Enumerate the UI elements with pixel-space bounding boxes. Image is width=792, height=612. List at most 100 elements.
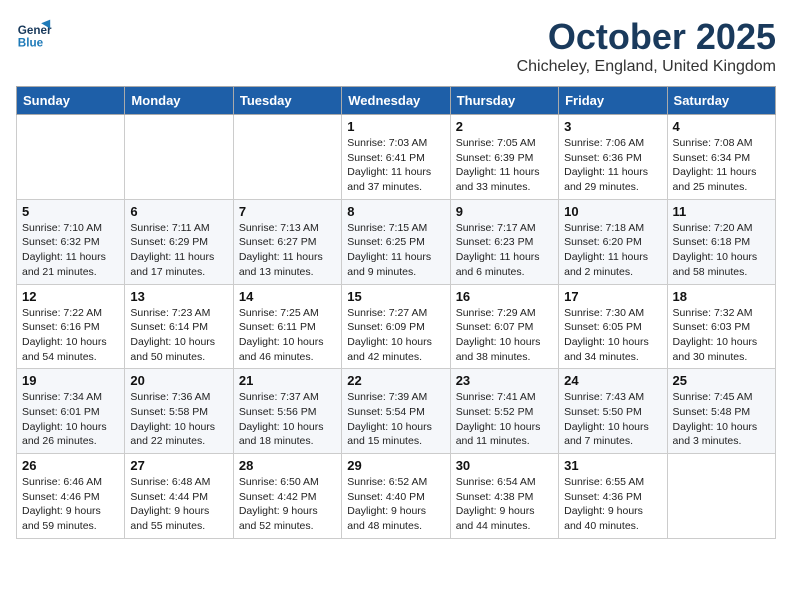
- calendar-cell: 9 Sunrise: 7:17 AM Sunset: 6:23 PM Daylig…: [450, 199, 558, 284]
- day-number: 28: [239, 458, 336, 473]
- calendar-cell: 28 Sunrise: 6:50 AM Sunset: 4:42 PM Dayli…: [233, 454, 341, 539]
- calendar-week-1: 1 Sunrise: 7:03 AM Sunset: 6:41 PM Daylig…: [17, 115, 776, 200]
- day-number: 25: [673, 373, 770, 388]
- calendar-cell: 12 Sunrise: 7:22 AM Sunset: 6:16 PM Dayli…: [17, 284, 125, 369]
- calendar-cell: 25Sunrise: 7:45 AM Sunset: 5:48 PM Dayli…: [667, 369, 775, 454]
- cell-content: Sunrise: 6:54 AM Sunset: 4:38 PM Dayligh…: [456, 475, 553, 534]
- day-number: 5: [22, 204, 119, 219]
- calendar-cell: 24 Sunrise: 7:43 AM Sunset: 5:50 PM Dayli…: [559, 369, 667, 454]
- calendar-cell: 30 Sunrise: 6:54 AM Sunset: 4:38 PM Dayli…: [450, 454, 558, 539]
- cell-content: Sunrise: 7:22 AM Sunset: 6:16 PM Dayligh…: [22, 306, 119, 365]
- weekday-header-saturday: Saturday: [667, 87, 775, 115]
- day-number: 31: [564, 458, 661, 473]
- day-number: 11: [673, 204, 770, 219]
- day-number: 6: [130, 204, 227, 219]
- calendar-cell: 23 Sunrise: 7:41 AM Sunset: 5:52 PM Dayli…: [450, 369, 558, 454]
- calendar-cell: 18 Sunrise: 7:32 AM Sunset: 6:03 PM Dayli…: [667, 284, 775, 369]
- svg-text:Blue: Blue: [18, 37, 44, 50]
- day-number: 2: [456, 119, 553, 134]
- cell-content: Sunrise: 7:30 AM Sunset: 6:05 PM Dayligh…: [564, 306, 661, 365]
- calendar-cell: 6 Sunrise: 7:11 AM Sunset: 6:29 PM Daylig…: [125, 199, 233, 284]
- weekday-header-tuesday: Tuesday: [233, 87, 341, 115]
- day-number: 1: [347, 119, 444, 134]
- cell-content: Sunrise: 6:50 AM Sunset: 4:42 PM Dayligh…: [239, 475, 336, 534]
- calendar-cell: 5Sunrise: 7:10 AM Sunset: 6:32 PM Daylig…: [17, 199, 125, 284]
- day-number: 15: [347, 289, 444, 304]
- calendar-week-2: 5Sunrise: 7:10 AM Sunset: 6:32 PM Daylig…: [17, 199, 776, 284]
- day-number: 27: [130, 458, 227, 473]
- day-number: 21: [239, 373, 336, 388]
- calendar-cell: 17 Sunrise: 7:30 AM Sunset: 6:05 PM Dayli…: [559, 284, 667, 369]
- calendar-cell: 26Sunrise: 6:46 AM Sunset: 4:46 PM Dayli…: [17, 454, 125, 539]
- cell-content: Sunrise: 7:25 AM Sunset: 6:11 PM Dayligh…: [239, 306, 336, 365]
- calendar-week-5: 26Sunrise: 6:46 AM Sunset: 4:46 PM Dayli…: [17, 454, 776, 539]
- day-number: 8: [347, 204, 444, 219]
- day-number: 10: [564, 204, 661, 219]
- calendar-cell: 13 Sunrise: 7:23 AM Sunset: 6:14 PM Dayli…: [125, 284, 233, 369]
- cell-content: Sunrise: 6:52 AM Sunset: 4:40 PM Dayligh…: [347, 475, 444, 534]
- calendar-cell: 21Sunrise: 7:37 AM Sunset: 5:56 PM Dayli…: [233, 369, 341, 454]
- cell-content: Sunrise: 7:11 AM Sunset: 6:29 PM Dayligh…: [130, 221, 227, 280]
- day-number: 24: [564, 373, 661, 388]
- calendar-cell: 4Sunrise: 7:08 AM Sunset: 6:34 PM Daylig…: [667, 115, 775, 200]
- logo: General Blue: [16, 16, 52, 52]
- cell-content: Sunrise: 7:29 AM Sunset: 6:07 PM Dayligh…: [456, 306, 553, 365]
- calendar-cell: 20 Sunrise: 7:36 AM Sunset: 5:58 PM Dayli…: [125, 369, 233, 454]
- cell-content: Sunrise: 7:08 AM Sunset: 6:34 PM Dayligh…: [673, 136, 770, 195]
- day-number: 30: [456, 458, 553, 473]
- calendar-cell: [233, 115, 341, 200]
- calendar-cell: 1 Sunrise: 7:03 AM Sunset: 6:41 PM Daylig…: [342, 115, 450, 200]
- calendar-cell: 11Sunrise: 7:20 AM Sunset: 6:18 PM Dayli…: [667, 199, 775, 284]
- day-number: 9: [456, 204, 553, 219]
- cell-content: Sunrise: 6:55 AM Sunset: 4:36 PM Dayligh…: [564, 475, 661, 534]
- day-number: 3: [564, 119, 661, 134]
- cell-content: Sunrise: 7:41 AM Sunset: 5:52 PM Dayligh…: [456, 390, 553, 449]
- calendar-table: SundayMondayTuesdayWednesdayThursdayFrid…: [16, 86, 776, 539]
- cell-content: Sunrise: 7:39 AM Sunset: 5:54 PM Dayligh…: [347, 390, 444, 449]
- day-number: 29: [347, 458, 444, 473]
- calendar-cell: [125, 115, 233, 200]
- cell-content: Sunrise: 7:23 AM Sunset: 6:14 PM Dayligh…: [130, 306, 227, 365]
- calendar-cell: 15 Sunrise: 7:27 AM Sunset: 6:09 PM Dayli…: [342, 284, 450, 369]
- cell-content: Sunrise: 7:17 AM Sunset: 6:23 PM Dayligh…: [456, 221, 553, 280]
- day-number: 13: [130, 289, 227, 304]
- calendar-week-3: 12 Sunrise: 7:22 AM Sunset: 6:16 PM Dayli…: [17, 284, 776, 369]
- title-block: October 2025 Chicheley, England, United …: [517, 16, 776, 76]
- cell-content: Sunrise: 7:32 AM Sunset: 6:03 PM Dayligh…: [673, 306, 770, 365]
- weekday-header-sunday: Sunday: [17, 87, 125, 115]
- cell-content: Sunrise: 7:03 AM Sunset: 6:41 PM Dayligh…: [347, 136, 444, 195]
- calendar-cell: 14 Sunrise: 7:25 AM Sunset: 6:11 PM Dayli…: [233, 284, 341, 369]
- cell-content: Sunrise: 7:43 AM Sunset: 5:50 PM Dayligh…: [564, 390, 661, 449]
- month-title: October 2025: [517, 16, 776, 58]
- weekday-header-row: SundayMondayTuesdayWednesdayThursdayFrid…: [17, 87, 776, 115]
- day-number: 12: [22, 289, 119, 304]
- day-number: 23: [456, 373, 553, 388]
- cell-content: Sunrise: 7:15 AM Sunset: 6:25 PM Dayligh…: [347, 221, 444, 280]
- day-number: 16: [456, 289, 553, 304]
- day-number: 17: [564, 289, 661, 304]
- cell-content: Sunrise: 6:48 AM Sunset: 4:44 PM Dayligh…: [130, 475, 227, 534]
- cell-content: Sunrise: 6:46 AM Sunset: 4:46 PM Dayligh…: [22, 475, 119, 534]
- day-number: 20: [130, 373, 227, 388]
- weekday-header-wednesday: Wednesday: [342, 87, 450, 115]
- cell-content: Sunrise: 7:27 AM Sunset: 6:09 PM Dayligh…: [347, 306, 444, 365]
- calendar-week-4: 19Sunrise: 7:34 AM Sunset: 6:01 PM Dayli…: [17, 369, 776, 454]
- calendar-cell: 3 Sunrise: 7:06 AM Sunset: 6:36 PM Daylig…: [559, 115, 667, 200]
- calendar-cell: 8 Sunrise: 7:15 AM Sunset: 6:25 PM Daylig…: [342, 199, 450, 284]
- weekday-header-thursday: Thursday: [450, 87, 558, 115]
- calendar-cell: 2Sunrise: 7:05 AM Sunset: 6:39 PM Daylig…: [450, 115, 558, 200]
- calendar-cell: [17, 115, 125, 200]
- location: Chicheley, England, United Kingdom: [517, 58, 776, 76]
- weekday-header-friday: Friday: [559, 87, 667, 115]
- weekday-header-monday: Monday: [125, 87, 233, 115]
- calendar-cell: 7Sunrise: 7:13 AM Sunset: 6:27 PM Daylig…: [233, 199, 341, 284]
- calendar-cell: 27 Sunrise: 6:48 AM Sunset: 4:44 PM Dayli…: [125, 454, 233, 539]
- day-number: 18: [673, 289, 770, 304]
- cell-content: Sunrise: 7:06 AM Sunset: 6:36 PM Dayligh…: [564, 136, 661, 195]
- cell-content: Sunrise: 7:34 AM Sunset: 6:01 PM Dayligh…: [22, 390, 119, 449]
- calendar-cell: 16 Sunrise: 7:29 AM Sunset: 6:07 PM Dayli…: [450, 284, 558, 369]
- cell-content: Sunrise: 7:18 AM Sunset: 6:20 PM Dayligh…: [564, 221, 661, 280]
- calendar-cell: 10 Sunrise: 7:18 AM Sunset: 6:20 PM Dayli…: [559, 199, 667, 284]
- day-number: 14: [239, 289, 336, 304]
- cell-content: Sunrise: 7:36 AM Sunset: 5:58 PM Dayligh…: [130, 390, 227, 449]
